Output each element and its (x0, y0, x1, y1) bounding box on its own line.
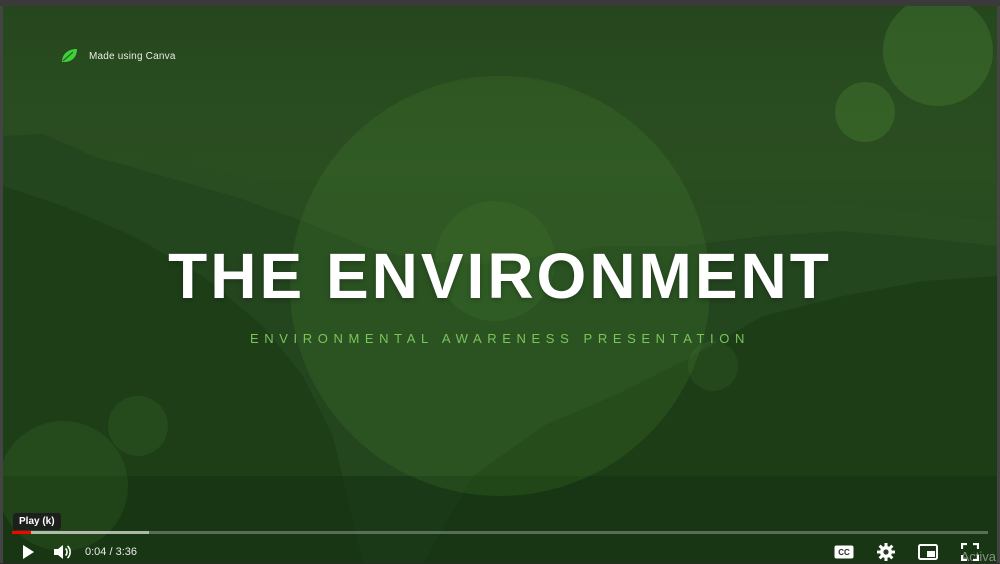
volume-button[interactable] (49, 539, 75, 563)
settings-gear-icon (877, 543, 895, 561)
miniplayer-button[interactable] (915, 539, 941, 563)
settings-button[interactable] (873, 539, 899, 563)
leaf-icon (62, 49, 77, 62)
closed-captions-icon: CC (834, 545, 854, 559)
video-player[interactable]: Made using Canva THE ENVIRONMENT ENVIRON… (3, 6, 997, 563)
miniplayer-icon (918, 544, 938, 560)
activation-watermark: Activa (960, 549, 996, 564)
play-button[interactable] (15, 539, 41, 563)
progress-played (12, 531, 31, 534)
svg-text:CC: CC (838, 548, 850, 557)
slide-title: THE ENVIRONMENT (168, 240, 832, 312)
left-controls: 0:04 / 3:36 (15, 538, 137, 563)
time-display: 0:04 / 3:36 (85, 546, 137, 558)
play-tooltip: Play (k) (13, 513, 61, 530)
play-icon (23, 545, 34, 559)
slide-subtitle: ENVIRONMENTAL AWARENESS PRESENTATION (250, 331, 750, 346)
canva-badge-text: Made using Canva (89, 50, 176, 62)
progress-bar[interactable] (12, 531, 988, 534)
progress-loaded (12, 531, 149, 534)
canva-badge: Made using Canva (59, 46, 176, 66)
volume-icon (54, 545, 71, 559)
captions-button[interactable]: CC (831, 539, 857, 563)
